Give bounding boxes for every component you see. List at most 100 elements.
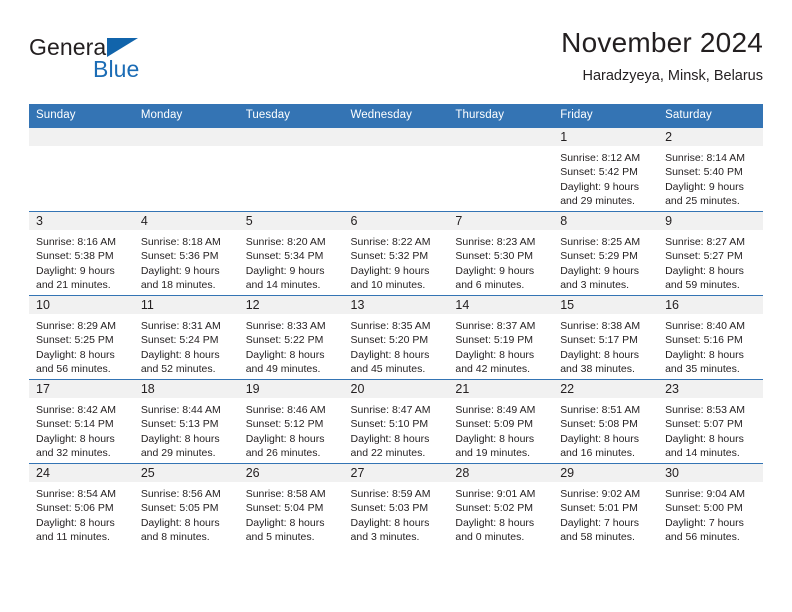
daylight-text-line1: Daylight: 8 hours — [140, 516, 220, 529]
daylight-text-line1: Daylight: 8 hours — [245, 432, 325, 445]
sunset-text: Sunset: 5:08 PM — [560, 418, 638, 431]
sunrise-text: Sunrise: 8:47 AM — [350, 404, 431, 416]
sunrise-text: Sunrise: 9:04 AM — [665, 488, 746, 500]
calendar-day-cell[interactable]: 12 Sunrise: 8:33 AM Sunset: 5:22 PM Dayligh… — [238, 295, 344, 380]
sunset-text: Sunset: 5:06 PM — [36, 502, 114, 515]
day-details: Sunrise: 8:40 AM Sunset: 5:16 PM Daylight:… — [658, 314, 763, 377]
daylight-text-line2: and 21 minutes. — [36, 279, 111, 292]
day-details: Sunrise: 8:47 AM Sunset: 5:10 PM Daylight:… — [344, 398, 449, 461]
daylight-text-line1: Daylight: 8 hours — [665, 264, 744, 277]
calendar-day-cell[interactable]: 13 Sunrise: 8:35 AM Sunset: 5:20 PM Dayligh… — [343, 295, 449, 380]
calendar-day-cell[interactable]: 26 Sunrise: 8:58 AM Sunset: 5:04 PM Dayligh… — [238, 463, 344, 547]
calendar-day-cell[interactable]: 18 Sunrise: 8:44 AM Sunset: 5:13 PM Dayligh… — [133, 379, 239, 464]
sunset-text: Sunset: 5:03 PM — [350, 502, 429, 515]
day-details: Sunrise: 8:33 AM Sunset: 5:22 PM Daylight:… — [239, 314, 344, 377]
calendar-page: General Blue November 2024 Haradzyeya, M… — [0, 0, 792, 612]
sunrise-text: Sunrise: 8:23 AM — [455, 236, 536, 248]
calendar-day-cell[interactable]: 16 Sunrise: 8:40 AM Sunset: 5:16 PM Dayligh… — [658, 295, 763, 380]
sunset-text: Sunset: 5:02 PM — [455, 502, 534, 515]
calendar-day-cell[interactable]: 3 Sunrise: 8:16 AM Sunset: 5:38 PM Daylight… — [29, 211, 134, 296]
day-number: 20 — [343, 380, 449, 398]
sunset-text: Sunset: 5:42 PM — [560, 166, 638, 179]
calendar-day-cell[interactable]: 30 Sunrise: 9:04 AM Sunset: 5:00 PM Dayligh… — [658, 463, 763, 547]
daylight-text-line1: Daylight: 8 hours — [560, 432, 640, 445]
page-header: General Blue November 2024 Haradzyeya, M… — [29, 26, 763, 98]
calendar-day-cell[interactable]: 23 Sunrise: 8:53 AM Sunset: 5:07 PM Dayligh… — [658, 379, 763, 464]
calendar-day-cell[interactable]: 5 Sunrise: 8:20 AM Sunset: 5:34 PM Daylight… — [238, 211, 344, 296]
daylight-text-line1: Daylight: 8 hours — [36, 348, 115, 361]
sunset-text: Sunset: 5:36 PM — [140, 250, 219, 263]
day-number: 4 — [133, 212, 239, 230]
calendar-day-cell[interactable]: 6 Sunrise: 8:22 AM Sunset: 5:32 PM Daylight… — [343, 211, 449, 296]
sunset-text: Sunset: 5:19 PM — [455, 334, 534, 347]
calendar-day-cell[interactable]: 29 Sunrise: 9:02 AM Sunset: 5:01 PM Dayligh… — [553, 463, 659, 547]
calendar-week-row: 24 Sunrise: 8:54 AM Sunset: 5:06 PM Dayligh… — [29, 463, 763, 547]
calendar-day-cell[interactable]: 24 Sunrise: 8:54 AM Sunset: 5:06 PM Dayligh… — [29, 463, 134, 547]
daylight-text-line2: and 16 minutes. — [560, 447, 635, 460]
calendar-day-cell[interactable]: 1 Sunrise: 8:12 AM Sunset: 5:42 PM Daylight… — [553, 127, 659, 212]
calendar-cell-empty — [343, 127, 449, 212]
day-number: 7 — [448, 212, 554, 230]
calendar-day-cell[interactable]: 14 Sunrise: 8:37 AM Sunset: 5:19 PM Dayligh… — [448, 295, 554, 380]
day-number: 15 — [553, 296, 659, 314]
calendar-day-cell[interactable]: 4 Sunrise: 8:18 AM Sunset: 5:36 PM Daylight… — [133, 211, 239, 296]
calendar-day-cell[interactable]: 28 Sunrise: 9:01 AM Sunset: 5:02 PM Dayligh… — [448, 463, 554, 547]
day-details: Sunrise: 8:22 AM Sunset: 5:32 PM Daylight:… — [344, 230, 449, 293]
day-details: Sunrise: 8:37 AM Sunset: 5:19 PM Daylight:… — [448, 314, 553, 377]
calendar-week-row: 3 Sunrise: 8:16 AM Sunset: 5:38 PM Daylight… — [29, 211, 763, 296]
calendar-day-cell[interactable]: 21 Sunrise: 8:49 AM Sunset: 5:09 PM Dayligh… — [448, 379, 554, 464]
calendar-day-cell[interactable]: 27 Sunrise: 8:59 AM Sunset: 5:03 PM Dayligh… — [343, 463, 449, 547]
daylight-text-line1: Daylight: 8 hours — [245, 348, 325, 361]
calendar-day-cell[interactable]: 25 Sunrise: 8:56 AM Sunset: 5:05 PM Dayligh… — [133, 463, 239, 547]
sunset-text: Sunset: 5:22 PM — [245, 334, 324, 347]
logo-text-blue: Blue — [93, 56, 140, 82]
calendar-day-cell[interactable]: 15 Sunrise: 8:38 AM Sunset: 5:17 PM Dayligh… — [553, 295, 659, 380]
sunrise-text: Sunrise: 8:42 AM — [36, 404, 116, 416]
sunset-text: Sunset: 5:01 PM — [560, 502, 638, 515]
daylight-text-line2: and 18 minutes. — [140, 279, 216, 292]
calendar-day-cell[interactable]: 19 Sunrise: 8:46 AM Sunset: 5:12 PM Dayligh… — [238, 379, 344, 464]
day-number: 14 — [448, 296, 554, 314]
sunset-text: Sunset: 5:10 PM — [350, 418, 429, 431]
daylight-text-line2: and 26 minutes. — [245, 447, 321, 460]
calendar-day-cell[interactable]: 2 Sunrise: 8:14 AM Sunset: 5:40 PM Daylight… — [658, 127, 763, 212]
calendar-week-row: 17 Sunrise: 8:42 AM Sunset: 5:14 PM Dayligh… — [29, 379, 763, 464]
calendar-day-cell[interactable]: 7 Sunrise: 8:23 AM Sunset: 5:30 PM Daylight… — [448, 211, 554, 296]
day-number: 22 — [553, 380, 659, 398]
calendar-day-cell[interactable]: 10 Sunrise: 8:29 AM Sunset: 5:25 PM Dayligh… — [29, 295, 134, 380]
calendar-day-cell[interactable]: 20 Sunrise: 8:47 AM Sunset: 5:10 PM Dayligh… — [343, 379, 449, 464]
sunrise-text: Sunrise: 9:02 AM — [560, 488, 641, 500]
weekday-header-saturday: Saturday — [658, 104, 763, 128]
sunset-text: Sunset: 5:30 PM — [455, 250, 534, 263]
calendar-day-cell[interactable]: 9 Sunrise: 8:27 AM Sunset: 5:27 PM Daylight… — [658, 211, 763, 296]
sunrise-text: Sunrise: 8:25 AM — [560, 236, 641, 248]
daylight-text-line2: and 49 minutes. — [245, 363, 321, 376]
daylight-text-line1: Daylight: 8 hours — [665, 432, 744, 445]
sunset-text: Sunset: 5:00 PM — [665, 502, 743, 515]
day-number: 24 — [29, 464, 134, 482]
sunset-text: Sunset: 5:24 PM — [140, 334, 219, 347]
sunrise-text: Sunrise: 8:53 AM — [665, 404, 746, 416]
calendar-day-cell[interactable]: 17 Sunrise: 8:42 AM Sunset: 5:14 PM Dayligh… — [29, 379, 134, 464]
sunset-text: Sunset: 5:25 PM — [36, 334, 114, 347]
daylight-text-line2: and 32 minutes. — [36, 447, 111, 460]
calendar-day-cell[interactable]: 8 Sunrise: 8:25 AM Sunset: 5:29 PM Daylight… — [553, 211, 659, 296]
day-details: Sunrise: 8:49 AM Sunset: 5:09 PM Daylight:… — [448, 398, 553, 461]
daylight-text-line2: and 42 minutes. — [455, 363, 531, 376]
day-number — [448, 128, 554, 146]
sunrise-text: Sunrise: 8:16 AM — [36, 236, 116, 248]
weekday-header-friday: Friday — [553, 104, 659, 128]
daylight-text-line2: and 29 minutes. — [560, 195, 635, 208]
daylight-text-line1: Daylight: 8 hours — [36, 432, 115, 445]
sunrise-text: Sunrise: 8:22 AM — [350, 236, 431, 248]
sunset-text: Sunset: 5:27 PM — [665, 250, 743, 263]
sunrise-text: Sunrise: 8:44 AM — [140, 404, 221, 416]
day-number: 28 — [448, 464, 554, 482]
daylight-text-line2: and 58 minutes. — [560, 531, 635, 544]
day-number: 21 — [448, 380, 554, 398]
daylight-text-line1: Daylight: 8 hours — [560, 348, 640, 361]
calendar-day-cell[interactable]: 11 Sunrise: 8:31 AM Sunset: 5:24 PM Dayligh… — [133, 295, 239, 380]
calendar-day-cell[interactable]: 22 Sunrise: 8:51 AM Sunset: 5:08 PM Dayligh… — [553, 379, 659, 464]
day-number: 25 — [133, 464, 239, 482]
daylight-text-line1: Daylight: 8 hours — [350, 432, 430, 445]
